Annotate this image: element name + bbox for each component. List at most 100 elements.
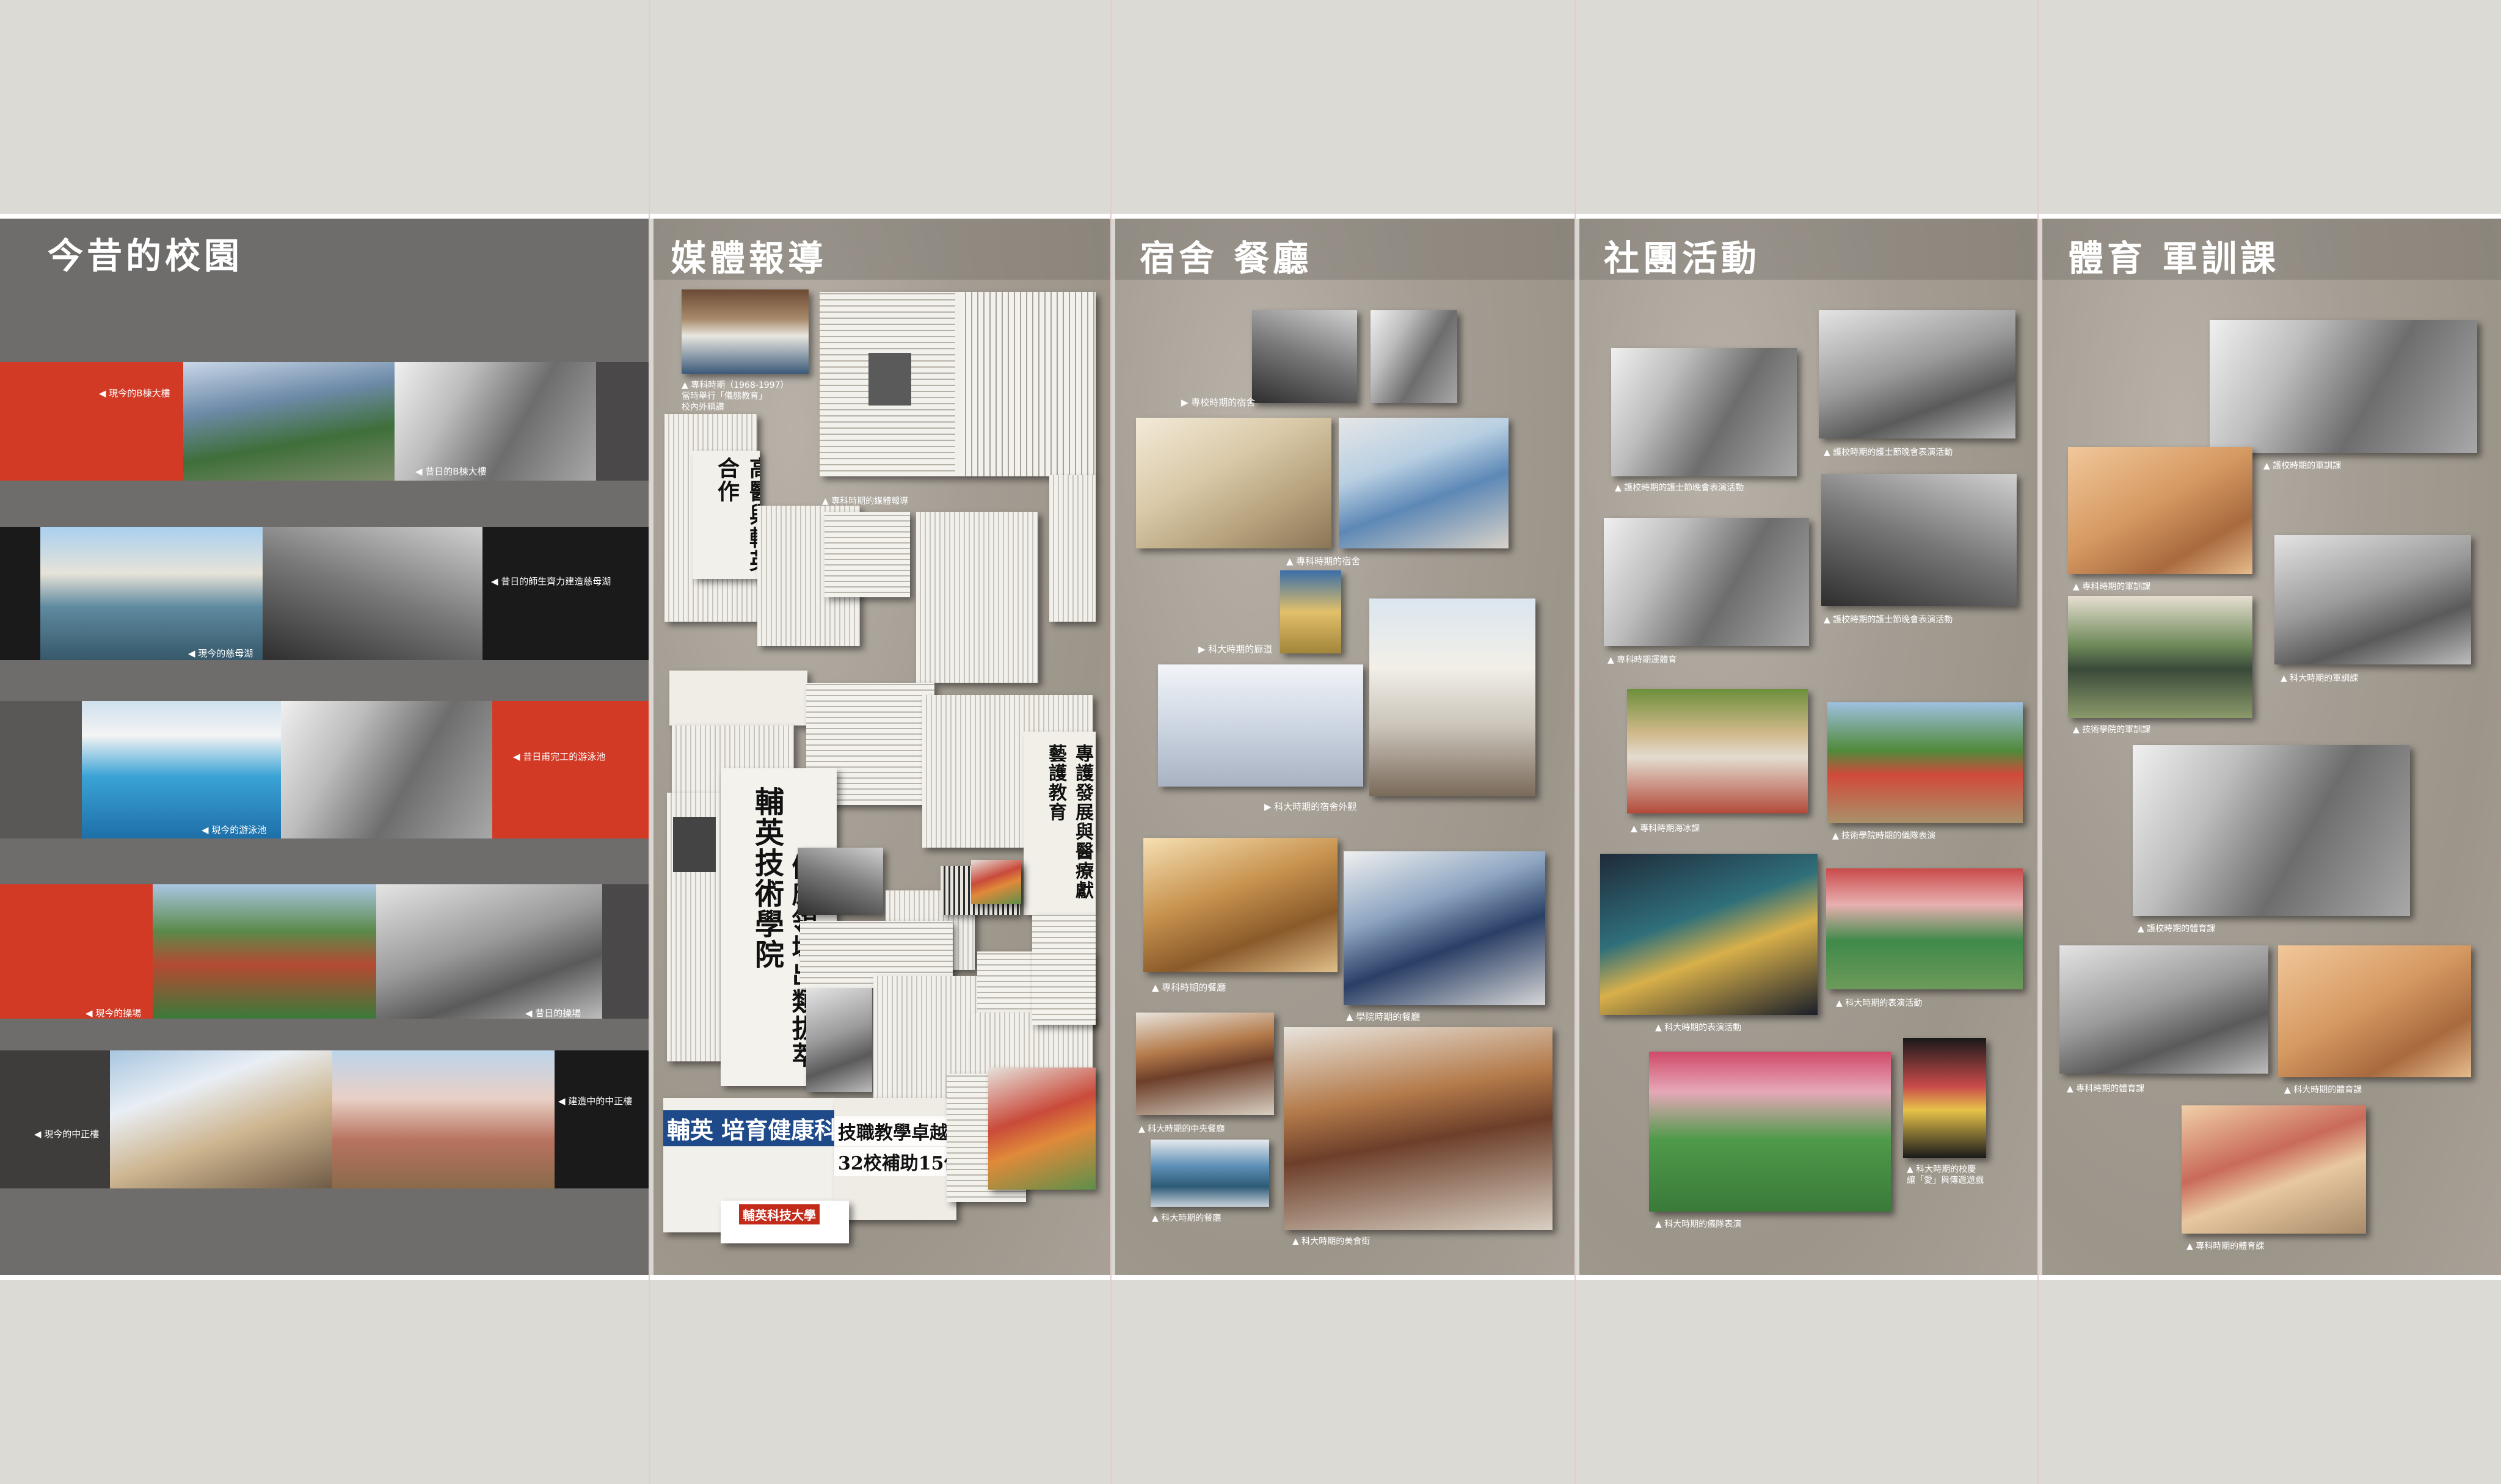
photo-nursing-school [682, 289, 809, 374]
photo-pe-old [1604, 518, 1809, 646]
caption: ▲ 專科時期的媒體報導 [822, 496, 909, 506]
panel-title: 宿舍 餐廳 [1140, 238, 1312, 279]
photo-dorm-room [1158, 664, 1363, 787]
panel-dorm: 宿舍 餐廳 ▶ 專校時期的宿舍 ▲ 專科時期的宿舍 ▶ 科大時期的廊道 ▶ 科大… [1115, 219, 1575, 1275]
photo-stadium-2 [1903, 1038, 1986, 1158]
caption: ▲ 專科時期海冰課 [1631, 824, 1700, 834]
photo-crawl-2 [2274, 535, 2471, 664]
clip-5 [916, 512, 1038, 683]
headline: 輔英技術學院 [749, 787, 784, 970]
bottom-divider [0, 1275, 2501, 1280]
photo-clip-4 [988, 1068, 1096, 1190]
caption: ▲ 科大時期的儀隊表演 [1655, 1220, 1742, 1229]
photo-old-dorm-1 [1252, 310, 1357, 403]
caption: ▲ 科大時期的美食街 [1292, 1237, 1371, 1246]
caption: ▲ 護校時期的軍訓課 [2263, 461, 2342, 471]
photo-dance [2182, 1105, 2366, 1234]
panel-title: 今昔的校園 [48, 235, 244, 277]
caption: ◀ 昔日的B棟大樓 [415, 466, 487, 477]
photo-nurse-perf-3 [1821, 474, 2017, 606]
caption: ▲ 科大時期的表演活動 [1655, 1023, 1742, 1033]
photo-stadium [1649, 1052, 1891, 1212]
photo-run [2059, 945, 2268, 1074]
top-divider [0, 214, 2501, 219]
photo-old-dorm-2 [1371, 310, 1457, 403]
caption: ▶ 科大時期的宿舍外觀 [1264, 801, 1357, 812]
campus-row-3: ◀ 昔日甫完工的游泳池 ◀ 現今的游泳池 [0, 701, 649, 838]
caption: ▲ 專科時期的軍訓課 [2073, 582, 2151, 592]
panel-title: 社團活動 [1604, 238, 1761, 279]
caption: ▲ 技術學院的軍訓課 [2073, 725, 2151, 735]
caption: ▲ 專科時期的餐廳 [1152, 982, 1226, 993]
clip-7 [669, 671, 807, 726]
photo-line [2068, 596, 2252, 718]
photo-field [2133, 745, 2410, 916]
caption: ▲ 護校時期的護士節晚會表演活動 [1824, 448, 1953, 457]
photo-hall-now [110, 1050, 332, 1188]
caption: ◀ 建造中的中正樓 [558, 1096, 633, 1107]
caption: ◀ 現今的游泳池 [202, 824, 267, 835]
caption: ▶ 科大時期的廊道 [1198, 644, 1273, 655]
fold-line [1110, 0, 1112, 1484]
caption: ▲ 護校時期的護士節晚會表演活動 [1824, 615, 1953, 625]
panel-clubs: 社團活動 ▲ 護校時期的護士節晚會表演活動 ▲ 護校時期的護士節晚會表演活動 ▲… [1579, 219, 2037, 1275]
photo-pool-then [281, 701, 492, 838]
photo-building-now [183, 362, 395, 481]
photo-dorm-building [1369, 598, 1535, 796]
clip-6 [1049, 475, 1096, 622]
photo-band [1827, 702, 2023, 823]
fold-line [649, 0, 650, 1484]
caption: ▶ 專校時期的宿舍 [1181, 397, 1256, 408]
photo-field-now [153, 884, 376, 1019]
caption: ▲ 專科時期的體育課 [2186, 1242, 2265, 1251]
photo-lake-now [40, 527, 263, 660]
photo-dorm-1 [1136, 418, 1331, 548]
fold-line [2037, 0, 2039, 1484]
campus-row-2: ◀ 昔日的師生齊力建造慈母湖 ◀ 現今的慈母湖 [0, 527, 649, 660]
photo-seaside [1627, 689, 1808, 813]
panel-campus: 今昔的校園 ◀ 現今的B棟大樓 ◀ 昔日的B棟大樓 ◀ 昔日的師生齊力建造慈母湖… [0, 219, 649, 1275]
bottom-margin-band [0, 1279, 2501, 1484]
caption: ▲ 學院時期的餐廳 [1346, 1011, 1421, 1022]
photo-march [2210, 320, 2477, 453]
top-margin-band [0, 0, 2501, 214]
photo-crawl [2068, 447, 2252, 574]
photo-dorm-hall [1280, 570, 1341, 653]
campus-row-4: ◀ 現今的操場 ◀ 昔日的操場 [0, 884, 649, 1019]
photo-pool-now [82, 701, 281, 838]
caption: ◀ 昔日甫完工的游泳池 [513, 751, 606, 762]
panel-media: 媒體報導 ▲ 專科時期（1968-1997） 當時舉行「儀態教育」 校內外稱讚 … [653, 219, 1110, 1275]
campus-row-1: ◀ 現今的B棟大樓 ◀ 昔日的B棟大樓 [0, 362, 649, 481]
caption: ◀ 昔日的師生齊力建造慈母湖 [491, 576, 611, 587]
campus-row-5: ◀ 建造中的中正樓 ◀ 現今的中正樓 [0, 1050, 649, 1188]
caption: ▲ 科大時期的體育課 [2284, 1085, 2362, 1095]
caption: ◀ 昔日的操場 [525, 1008, 581, 1019]
clip-11: 專護發展與醫療獻藝護教育 [1024, 732, 1096, 915]
photo-nurse-perf [1611, 348, 1797, 476]
photo-clip-2 [971, 860, 1021, 904]
photo-stage [1600, 854, 1818, 1015]
photo-cafeteria-mid [1344, 851, 1545, 1005]
photo-clip-3 [806, 988, 872, 1092]
headline: 輔英 培育健康科技人搖籃 [663, 1110, 840, 1146]
caption: ▲ 科大時期的軍訓課 [2281, 674, 2359, 683]
photo-cafe-food [1136, 1013, 1274, 1115]
panel-title: 體育 軍訓課 [2068, 238, 2280, 279]
caption: ▲ 技術學院時期的儀隊表演 [1832, 831, 1936, 841]
photo-flag [1826, 868, 2023, 989]
clip-20: 技職教學卓越 32校補助15億 [834, 1098, 956, 1220]
photo-nurse-perf-2 [1819, 310, 2015, 438]
photo-building-then [395, 362, 596, 481]
caption: ▲ 專科時期運體育 [1607, 655, 1677, 665]
photo-cafe-kitchen [1151, 1140, 1269, 1207]
clip-2: 高醫與輔英合作 [693, 451, 760, 579]
clip-4 [825, 512, 910, 597]
photo-field-then [376, 884, 602, 1019]
article-main [820, 292, 1096, 476]
clip-19 [1032, 915, 1096, 1025]
caption: ▲ 科大時期的餐廳 [1152, 1213, 1221, 1223]
caption: ◀ 現今的B棟大樓 [99, 388, 170, 399]
clip-22: 輔英科技大學 [721, 1201, 849, 1243]
headline: 技職教學卓越 [834, 1116, 952, 1146]
photo-cafeteria-old [1143, 838, 1338, 972]
